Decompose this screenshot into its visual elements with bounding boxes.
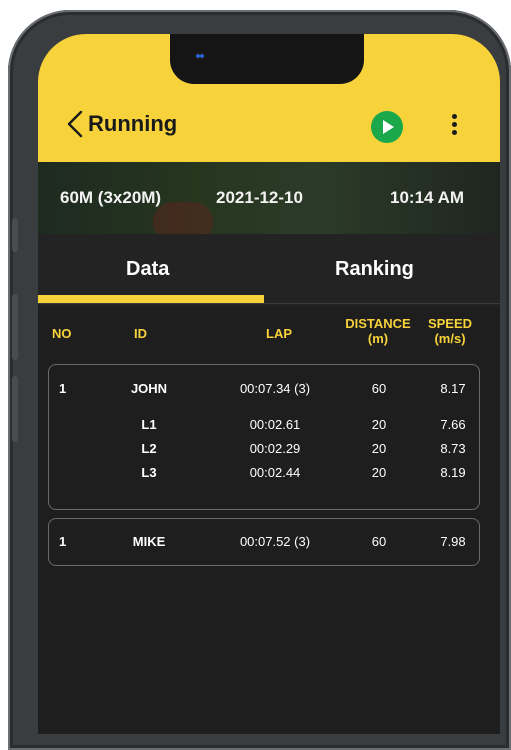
- lap-time: 00:02.44: [249, 465, 301, 480]
- phone-frame: Running 60M (3x20M) 2021-12-10 10:14 AM …: [8, 10, 511, 750]
- header-lap: LAP: [266, 326, 292, 341]
- header-distance-label: DISTANCE: [345, 316, 411, 331]
- row-id: JOHN: [130, 381, 168, 396]
- header-id: ID: [134, 326, 147, 341]
- lap-id: L1: [141, 417, 157, 432]
- camera-icon: [196, 54, 200, 58]
- row-lap: 00:07.34 (3): [239, 381, 311, 396]
- row-id: MIKE: [132, 534, 166, 549]
- lap-speed: 8.19: [440, 465, 466, 480]
- phone-side-button: [12, 218, 18, 252]
- divider: [38, 303, 500, 304]
- chevron-left-icon[interactable]: [66, 110, 84, 138]
- page-title: Running: [88, 111, 178, 136]
- header-speed: SPEED (m/s): [426, 316, 474, 346]
- row-speed: 8.17: [440, 381, 466, 396]
- screen: Running 60M (3x20M) 2021-12-10 10:14 AM …: [38, 34, 500, 734]
- row-no: 1: [59, 381, 67, 396]
- header-speed-label: SPEED: [427, 316, 473, 331]
- header-speed-unit: (m/s): [434, 331, 466, 346]
- header-no: NO: [52, 326, 72, 341]
- lap-time: 00:02.29: [249, 441, 301, 456]
- header-distance-unit: (m): [367, 331, 389, 346]
- tab-data[interactable]: Data: [126, 258, 169, 281]
- phone-side-button: [12, 294, 18, 360]
- lap-speed: 7.66: [440, 417, 466, 432]
- row-no: 1: [59, 534, 67, 549]
- result-card[interactable]: 1 MIKE 00:07.52 (3) 60 7.98: [48, 518, 480, 566]
- lap-speed: 8.73: [440, 441, 466, 456]
- row-lap: 00:07.52 (3): [239, 534, 311, 549]
- more-vertical-icon[interactable]: [450, 114, 458, 140]
- lap-id: L3: [141, 465, 157, 480]
- tab-selected-indicator: [38, 295, 264, 303]
- row-speed: 7.98: [440, 534, 466, 549]
- session-info-bar: 60M (3x20M) 2021-12-10 10:14 AM: [38, 162, 500, 242]
- lap-distance: 20: [371, 441, 387, 456]
- play-icon[interactable]: [371, 111, 403, 143]
- lap-time: 00:02.61: [249, 417, 301, 432]
- lap-id: L2: [141, 441, 157, 456]
- time-label: 10:14 AM: [390, 188, 465, 207]
- lap-distance: 20: [371, 465, 387, 480]
- phone-side-button: [12, 376, 18, 442]
- row-distance: 60: [371, 381, 387, 396]
- row-distance: 60: [371, 534, 387, 549]
- phone-notch: [170, 34, 364, 84]
- tab-ranking[interactable]: Ranking: [335, 258, 414, 281]
- header-distance: DISTANCE (m): [340, 316, 416, 346]
- lap-distance: 20: [371, 417, 387, 432]
- result-card[interactable]: 1 JOHN 00:07.34 (3) 60 8.17 L1 00:02.61 …: [48, 364, 480, 510]
- event-label: 60M (3x20M): [60, 188, 162, 207]
- date-label: 2021-12-10: [216, 188, 303, 207]
